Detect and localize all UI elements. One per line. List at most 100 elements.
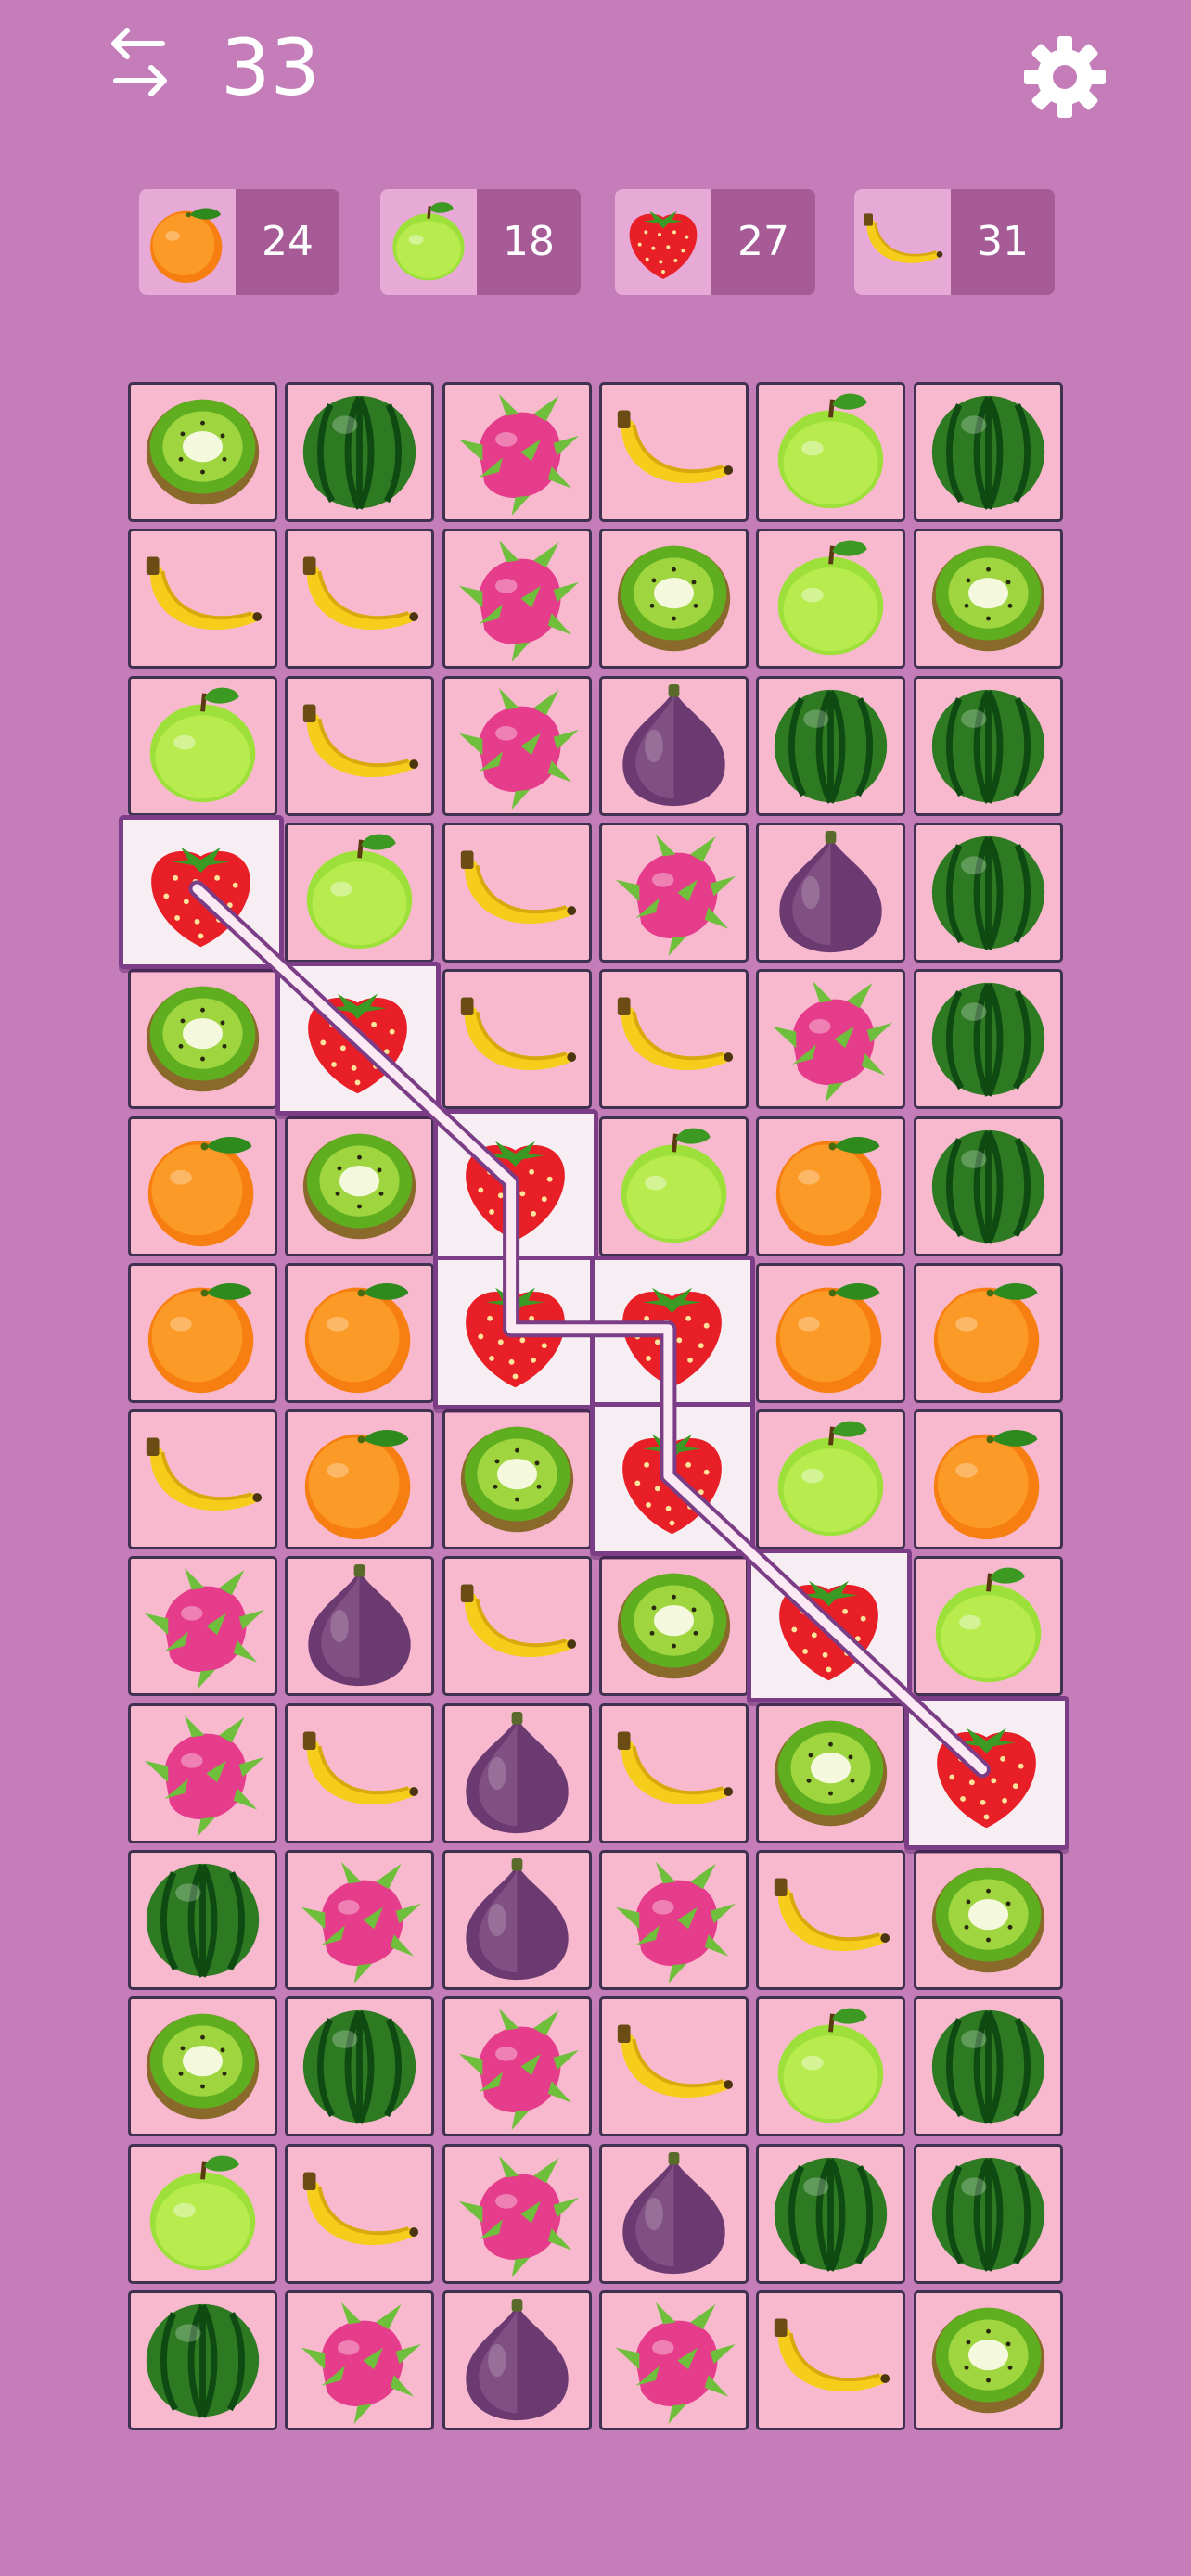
tile-banana[interactable] <box>442 822 592 963</box>
tile-watermelon[interactable] <box>756 2143 906 2284</box>
tile-banana[interactable] <box>128 529 277 670</box>
apple-icon <box>777 1421 884 1537</box>
tile-apple[interactable] <box>128 675 277 816</box>
tile-watermelon[interactable] <box>913 382 1063 522</box>
dragonfruit-icon <box>458 687 579 810</box>
tile-dragonfruit[interactable] <box>442 382 592 522</box>
tile-dragonfruit[interactable] <box>442 675 592 816</box>
tile-dragonfruit[interactable] <box>128 1556 277 1697</box>
tile-banana[interactable] <box>598 969 749 1110</box>
goal-apple: 18 <box>380 189 581 295</box>
tile-kiwi[interactable] <box>756 1702 906 1843</box>
tile-orange[interactable] <box>756 1262 906 1403</box>
tile-watermelon[interactable] <box>285 382 435 522</box>
tile-kiwi[interactable] <box>285 1116 435 1256</box>
tile-kiwi[interactable] <box>598 1556 749 1697</box>
tile-fig[interactable] <box>442 1702 592 1843</box>
tile-kiwi[interactable] <box>442 1409 592 1550</box>
tile-strawberry[interactable] <box>747 1549 913 1703</box>
tile-kiwi[interactable] <box>913 1850 1063 1990</box>
tile-fig[interactable] <box>442 2289 592 2430</box>
apple-icon <box>149 687 256 802</box>
tile-apple[interactable] <box>756 1996 906 2137</box>
tile-orange[interactable] <box>913 1262 1063 1403</box>
tile-kiwi[interactable] <box>128 382 277 522</box>
tile-watermelon[interactable] <box>913 1996 1063 2137</box>
tile-fig[interactable] <box>598 675 749 816</box>
gear-icon[interactable] <box>1020 32 1109 121</box>
tile-dragonfruit[interactable] <box>442 1996 592 2137</box>
tile-orange[interactable] <box>128 1262 277 1403</box>
tile-dragonfruit[interactable] <box>598 2289 749 2430</box>
tile-fig[interactable] <box>442 1850 592 1990</box>
tile-strawberry[interactable] <box>432 1255 598 1409</box>
tile-watermelon[interactable] <box>913 675 1063 816</box>
swap-arrows-icon[interactable] <box>97 23 181 107</box>
tile-apple[interactable] <box>285 822 435 963</box>
tile-orange[interactable] <box>128 1116 277 1256</box>
tile-dragonfruit[interactable] <box>128 1702 277 1843</box>
tile-strawberry[interactable] <box>119 814 284 969</box>
tile-fig[interactable] <box>756 822 906 963</box>
tile-watermelon[interactable] <box>756 675 906 816</box>
tile-orange[interactable] <box>756 1116 906 1256</box>
tile-watermelon[interactable] <box>128 1850 277 1990</box>
tile-watermelon[interactable] <box>913 969 1063 1110</box>
tile-strawberry[interactable] <box>432 1108 598 1263</box>
tile-apple[interactable] <box>756 529 906 670</box>
tile-dragonfruit[interactable] <box>598 822 749 963</box>
tile-watermelon[interactable] <box>285 1996 435 2137</box>
tile-watermelon[interactable] <box>128 2289 277 2430</box>
tile-kiwi[interactable] <box>128 969 277 1110</box>
tile-fig[interactable] <box>285 1556 435 1697</box>
tile-apple[interactable] <box>598 1116 749 1256</box>
watermelon-icon <box>931 2010 1044 2125</box>
tile-orange[interactable] <box>285 1262 435 1403</box>
tile-kiwi[interactable] <box>913 529 1063 670</box>
tile-banana[interactable] <box>285 2143 435 2284</box>
tile-dragonfruit[interactable] <box>285 2289 435 2430</box>
tile-watermelon[interactable] <box>913 822 1063 963</box>
tile-banana[interactable] <box>598 1702 749 1843</box>
tile-banana[interactable] <box>756 1850 906 1990</box>
tile-kiwi[interactable] <box>128 1996 277 2137</box>
tile-apple[interactable] <box>913 1556 1063 1697</box>
orange-icon <box>305 1430 411 1540</box>
tile-orange[interactable] <box>913 1409 1063 1550</box>
tile-strawberry[interactable] <box>589 1402 755 1557</box>
tile-kiwi[interactable] <box>598 529 749 670</box>
tile-banana[interactable] <box>598 382 749 522</box>
tile-banana[interactable] <box>598 1996 749 2137</box>
tile-strawberry[interactable] <box>589 1255 755 1409</box>
tile-dragonfruit[interactable] <box>442 2143 592 2284</box>
banana-icon <box>617 410 733 484</box>
tile-banana[interactable] <box>128 1409 277 1550</box>
tile-orange[interactable] <box>285 1409 435 1550</box>
fig-icon <box>465 1857 569 1981</box>
tile-fig[interactable] <box>598 2143 749 2284</box>
tile-banana[interactable] <box>756 2289 906 2430</box>
tile-banana[interactable] <box>285 529 435 670</box>
banana-icon <box>303 2172 419 2245</box>
tile-banana[interactable] <box>285 675 435 816</box>
tile-apple[interactable] <box>128 2143 277 2284</box>
tile-apple[interactable] <box>756 1409 906 1550</box>
tile-apple[interactable] <box>756 382 906 522</box>
dragonfruit-icon <box>144 1715 265 1837</box>
tile-watermelon[interactable] <box>913 1116 1063 1256</box>
tile-dragonfruit[interactable] <box>285 1850 435 1990</box>
tile-dragonfruit[interactable] <box>756 969 906 1110</box>
tile-banana[interactable] <box>442 1556 592 1697</box>
tile-banana[interactable] <box>442 969 592 1110</box>
tile-dragonfruit[interactable] <box>442 529 592 670</box>
tile-strawberry[interactable] <box>903 1695 1069 1850</box>
dragonfruit-icon <box>458 393 579 516</box>
goal-count: 27 <box>737 218 789 265</box>
apple-icon <box>380 189 477 295</box>
tile-watermelon[interactable] <box>913 2143 1063 2284</box>
tile-strawberry[interactable] <box>275 962 442 1116</box>
tile-kiwi[interactable] <box>913 2289 1063 2430</box>
tile-banana[interactable] <box>285 1702 435 1843</box>
tile-dragonfruit[interactable] <box>598 1850 749 1990</box>
strawberry-icon <box>465 1141 565 1241</box>
